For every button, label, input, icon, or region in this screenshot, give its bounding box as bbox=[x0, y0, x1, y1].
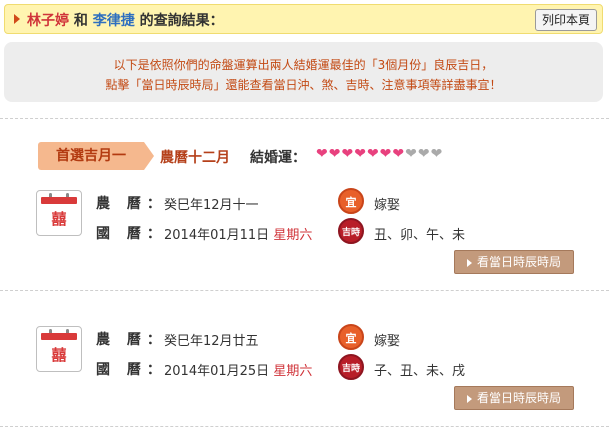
solar-label: 國 曆： bbox=[96, 362, 167, 378]
lunar-label: 農 曆： bbox=[96, 196, 167, 212]
auspicious-time-icon: 吉時 bbox=[338, 354, 364, 380]
heart-filled-icon: ❤ bbox=[379, 146, 393, 162]
heart-filled-icon: ❤ bbox=[316, 146, 329, 162]
title-suffix: 的查詢結果： bbox=[139, 13, 224, 29]
auspicious-times: 子、丑、未、戌 bbox=[374, 364, 466, 379]
calendar-icon: 囍 bbox=[36, 326, 82, 372]
weekday: 星期六 bbox=[273, 228, 313, 243]
notice-line-2: 點擊「當日時辰時局」還能查看當日沖、煞、吉時、注意事項等詳盡事宜！ bbox=[105, 78, 502, 92]
auspicious-times: 丑、卯、午、未 bbox=[374, 228, 466, 243]
notice-box: 以下是依照你們的命盤運算出兩人結婚運最佳的「3個月份」良辰吉日， 點擊「當日時辰… bbox=[4, 42, 603, 102]
activity: 嫁娶 bbox=[374, 198, 401, 213]
arrow-right-icon bbox=[466, 394, 472, 403]
arrow-right-icon bbox=[14, 14, 20, 24]
yi-icon: 宜 bbox=[338, 188, 364, 214]
heart-filled-icon: ❤ bbox=[341, 146, 355, 162]
notice-line-1: 以下是依照你們的命盤運算出兩人結婚運最佳的「3個月份」良辰吉日， bbox=[113, 58, 494, 72]
divider bbox=[0, 118, 609, 119]
heart-filled-icon: ❤ bbox=[328, 146, 342, 162]
activity: 嫁娶 bbox=[374, 334, 401, 349]
heart-filled-icon: ❤ bbox=[392, 146, 406, 162]
name-1: 林子婷 bbox=[27, 13, 69, 29]
view-hours-button[interactable]: 看當日時辰時局 bbox=[454, 250, 574, 274]
calendar-icon: 囍 bbox=[36, 190, 82, 236]
heart-filled-icon: ❤ bbox=[354, 146, 367, 162]
yi-icon: 宜 bbox=[338, 324, 364, 350]
divider bbox=[0, 290, 609, 291]
solar-label: 國 曆： bbox=[96, 226, 167, 242]
lunar-date: 癸巳年12月廿五 bbox=[164, 334, 259, 349]
heart-empty-icon: ❤ bbox=[405, 146, 418, 162]
view-hours-button[interactable]: 看當日時辰時局 bbox=[454, 386, 574, 410]
section-tag: 首選吉月一 bbox=[38, 142, 154, 170]
fortune-label: 結婚運： bbox=[250, 150, 306, 166]
fortune-hearts: ❤❤❤❤❤❤❤❤❤❤ bbox=[316, 146, 443, 162]
auspicious-time-icon: 吉時 bbox=[338, 218, 364, 244]
conjunction: 和 bbox=[73, 13, 88, 29]
heart-empty-icon: ❤ bbox=[430, 146, 444, 162]
lunar-label: 農 曆： bbox=[96, 332, 167, 348]
result-header: 林子婷 和 李律捷 的查詢結果： 列印本頁 bbox=[4, 4, 603, 34]
result-title: 林子婷 和 李律捷 的查詢結果： bbox=[27, 10, 224, 30]
lunar-date: 癸巳年12月十一 bbox=[164, 198, 259, 213]
arrow-right-icon bbox=[466, 258, 472, 267]
heart-filled-icon: ❤ bbox=[366, 146, 380, 162]
divider bbox=[0, 426, 609, 427]
lunar-month: 農曆十二月 bbox=[160, 150, 230, 166]
solar-date: 2014年01月25日 星期六 bbox=[164, 364, 313, 379]
solar-date: 2014年01月11日 星期六 bbox=[164, 228, 313, 243]
print-button[interactable]: 列印本頁 bbox=[534, 9, 597, 31]
heart-empty-icon: ❤ bbox=[417, 146, 431, 162]
weekday: 星期六 bbox=[273, 364, 313, 379]
name-2: 李律捷 bbox=[92, 13, 135, 29]
